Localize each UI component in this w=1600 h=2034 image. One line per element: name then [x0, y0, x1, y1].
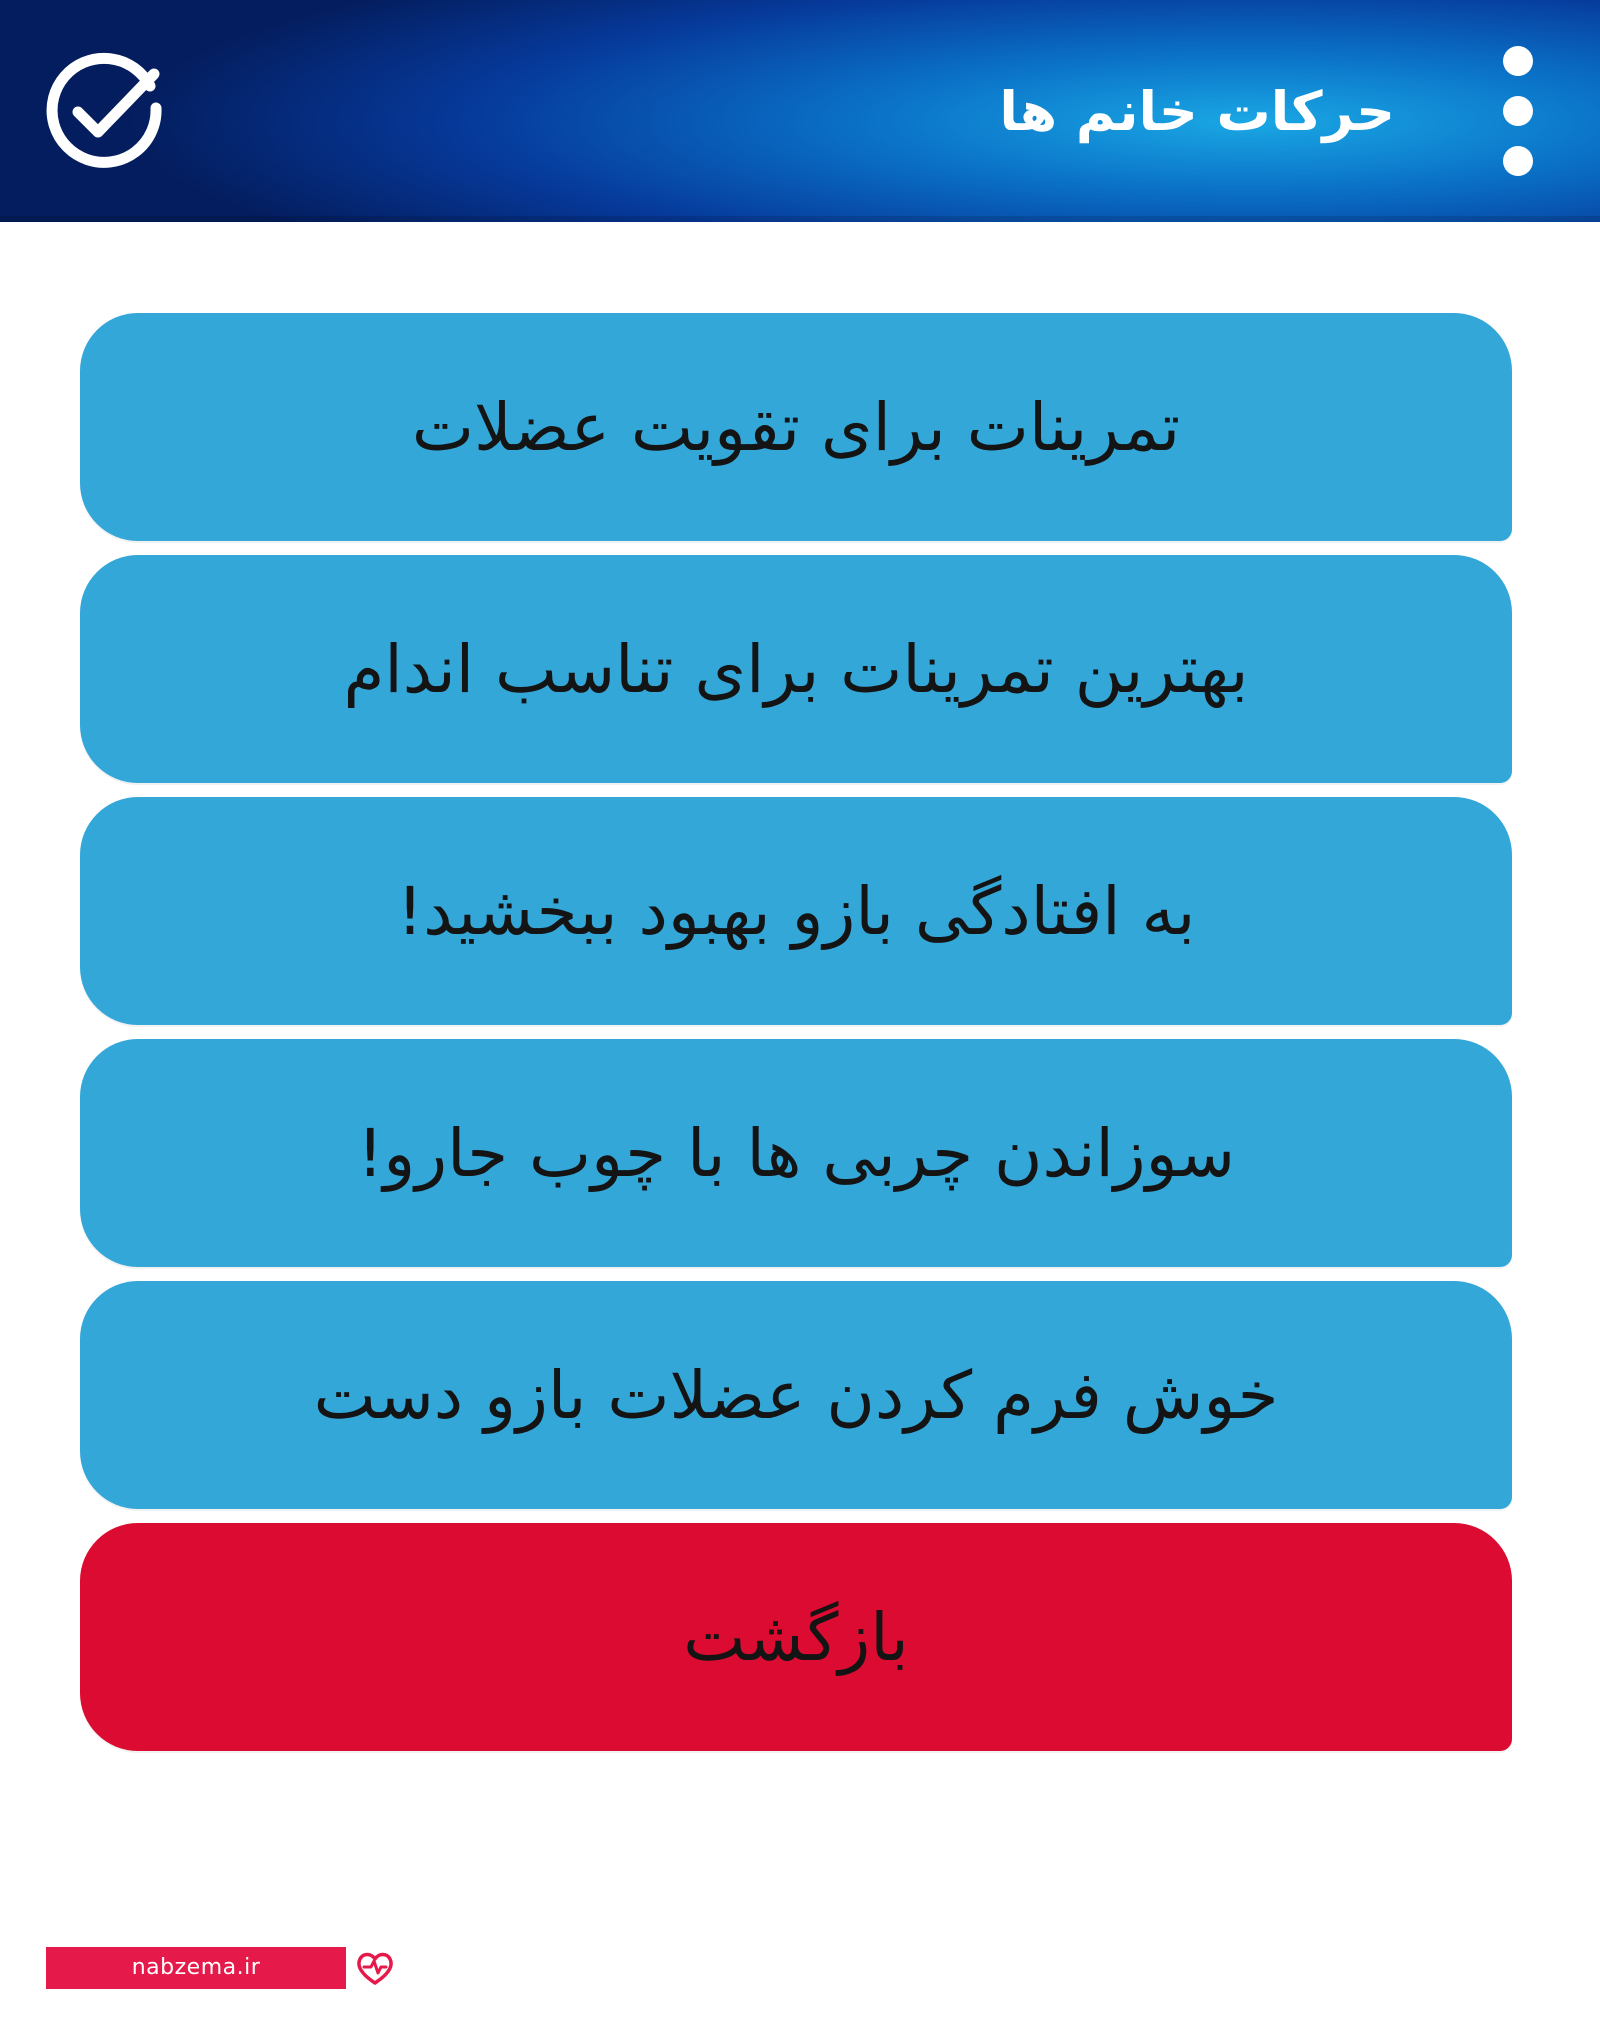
menu-item-shape-arm-muscles[interactable]: خوش فرم کردن عضلات بازو دست [80, 1281, 1512, 1509]
back-button[interactable]: بازگشت [80, 1523, 1512, 1751]
heart-pulse-icon [357, 1952, 393, 1985]
menu-dot [1503, 146, 1533, 176]
menu-list: تمرینات برای تقویت عضلات بهترین تمرینات … [80, 313, 1512, 1751]
app-bar: حرکات خانم ها [0, 0, 1600, 222]
app-title: حرکات خانم ها [999, 80, 1395, 143]
menu-dot [1503, 46, 1533, 76]
more-vert-icon[interactable] [1492, 46, 1544, 176]
watermark-text: nabzema.ir [46, 1947, 346, 1989]
menu-item-best-fitness-exercises[interactable]: بهترین تمرینات برای تناسب اندام [80, 555, 1512, 783]
menu-dot [1503, 96, 1533, 126]
menu-item-arm-sagging[interactable]: به افتادگی بازو بهبود ببخشید! [80, 797, 1512, 1025]
check-circle-icon[interactable] [42, 50, 168, 176]
watermark: nabzema.ir [46, 1946, 396, 1990]
menu-item-strengthen-muscles[interactable]: تمرینات برای تقویت عضلات [80, 313, 1512, 541]
menu-item-burn-fat-broomstick[interactable]: سوزاندن چربی ها با چوب جارو! [80, 1039, 1512, 1267]
